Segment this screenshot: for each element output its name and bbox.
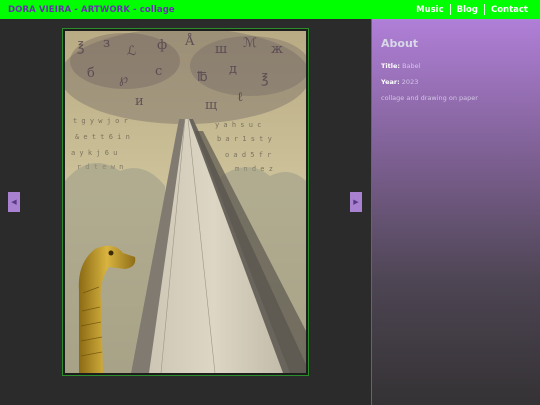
nav-link-blog[interactable]: Blog xyxy=(451,5,484,15)
nav-divider xyxy=(483,4,485,15)
previous-artwork-button[interactable]: ◀ xyxy=(8,192,20,212)
svg-text:ℒ: ℒ xyxy=(127,44,136,59)
svg-text:ж: ж xyxy=(271,42,283,57)
title-label: Title: xyxy=(381,62,401,70)
svg-text:℥: ℥ xyxy=(261,72,269,87)
site-title[interactable]: DORA VIEIRA - ARTWORK - collage xyxy=(8,5,175,15)
svg-text:a y k j 6 u: a y k j 6 u xyxy=(71,149,117,157)
artwork-image[interactable]: ℥ з ℒ ф Åш ℳж б ℘ с ℔ д ℥ и щ ℓ t g y w j o r y a … xyxy=(65,31,306,373)
year-value: 2023 xyxy=(401,78,419,86)
svg-text:℘: ℘ xyxy=(119,72,128,87)
about-heading: About xyxy=(381,37,419,50)
svg-text:б: б xyxy=(87,66,95,81)
svg-text:y a h s u c: y a h s u c xyxy=(215,121,261,129)
svg-text:щ: щ xyxy=(205,98,217,113)
year-label: Year: xyxy=(381,78,400,86)
svg-text:℔: ℔ xyxy=(197,70,208,85)
svg-text:& e t t 6 i n: & e t t 6 i n xyxy=(75,133,130,141)
svg-text:t g y w j o r: t g y w j o r xyxy=(73,117,128,125)
svg-text:ℳ: ℳ xyxy=(243,36,257,51)
svg-text:д: д xyxy=(229,62,237,77)
artwork-description: collage and drawing on paper xyxy=(381,94,478,102)
artwork-year-info: Year: 2023 xyxy=(381,78,531,86)
site-header: DORA VIEIRA - ARTWORK - collage Music Bl… xyxy=(0,0,540,19)
svg-text:Å: Å xyxy=(184,33,195,49)
artwork-title-info: Title: Babel xyxy=(381,62,531,70)
nav-link-music[interactable]: Music xyxy=(410,5,450,15)
svg-text:ф: ф xyxy=(157,38,167,53)
svg-text:o a d 5 f r: o a d 5 f r xyxy=(225,151,271,159)
svg-text:и: и xyxy=(135,94,144,109)
about-sidebar: About Title: Babel Year: 2023 collage an… xyxy=(371,19,540,405)
chevron-right-icon: ▶ xyxy=(353,198,359,206)
svg-text:с: с xyxy=(155,64,162,79)
artwork-frame: ℥ з ℒ ф Åш ℳж б ℘ с ℔ д ℥ и щ ℓ t g y w j o r y a … xyxy=(62,28,309,376)
svg-text:℥: ℥ xyxy=(77,40,85,55)
artwork-gallery: ◀ ℥ з ℒ ф Å ш ℳ ж б ℘ с ℔ д ℥ и щ ℓ t g … xyxy=(0,19,371,405)
svg-text:b a r 1 s t y: b a r 1 s t y xyxy=(217,135,272,143)
chevron-left-icon: ◀ xyxy=(11,198,17,206)
next-artwork-button[interactable]: ▶ xyxy=(350,192,362,212)
nav-link-contact[interactable]: Contact xyxy=(485,5,534,15)
svg-text:з: з xyxy=(103,36,110,51)
nav-divider xyxy=(449,4,451,15)
svg-text:ш: ш xyxy=(215,42,227,57)
title-value: Babel xyxy=(402,62,421,70)
main-nav: Music Blog Contact xyxy=(410,4,534,15)
svg-text:ℓ: ℓ xyxy=(237,90,243,105)
